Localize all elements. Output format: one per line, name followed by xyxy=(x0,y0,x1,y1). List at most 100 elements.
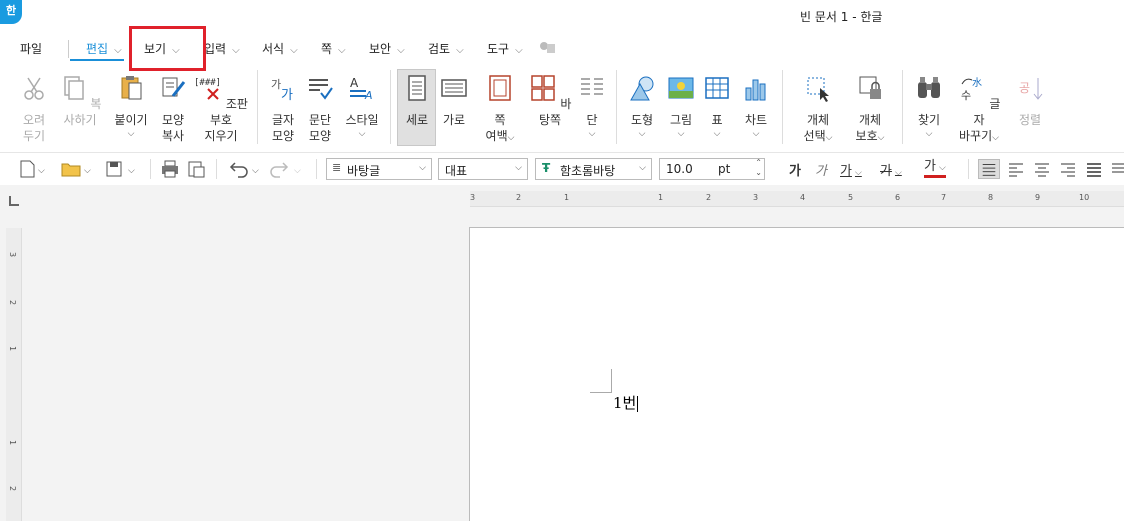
landscape-label: 가로 xyxy=(442,113,466,127)
svg-text:공: 공 xyxy=(1019,81,1030,95)
italic-button[interactable]: 가 xyxy=(815,160,827,179)
underline-button[interactable]: 가 ⌵ xyxy=(840,160,862,179)
chevron-down-icon: ⌵ xyxy=(752,129,760,139)
ruler-tick-label: 10 xyxy=(1079,193,1090,202)
picture-button[interactable]: 그림 ⌵ xyxy=(664,66,698,140)
shape-button[interactable]: 도형 ⌵ xyxy=(625,66,659,140)
chevron-down-icon: ⌵ xyxy=(992,133,999,143)
menu-file[interactable]: 파일 xyxy=(20,40,42,57)
svg-text:[###]: [###] xyxy=(194,78,221,88)
picture-icon xyxy=(668,77,694,99)
align-justify-icon[interactable] xyxy=(978,159,1000,179)
svg-text:⌵: ⌵ xyxy=(128,166,135,176)
bold-button[interactable]: 가 xyxy=(789,160,801,179)
menu-security[interactable]: 보안 ⌵ xyxy=(369,40,405,57)
align-more-icon[interactable] xyxy=(1109,159,1124,179)
new-document-icon[interactable]: ⌵ xyxy=(18,159,48,179)
ruler-tick-label: 3 xyxy=(8,251,18,258)
align-right-icon[interactable] xyxy=(1057,159,1079,179)
distribute-icon[interactable] xyxy=(1083,159,1105,179)
align-center-icon[interactable] xyxy=(1031,159,1053,179)
menu-insert-label: 입력 xyxy=(204,42,227,56)
paste-icon xyxy=(121,76,142,100)
print-icon[interactable] xyxy=(160,159,180,179)
language-select[interactable]: 대표 ⌵ xyxy=(438,158,528,180)
protect-object-button[interactable]: 개체 보호⌵ xyxy=(850,66,890,144)
ruler-tick-label: 1 xyxy=(8,345,18,352)
menu-edit[interactable]: 편집 ⌵ xyxy=(86,40,122,57)
font-color-button[interactable]: 가 ⌵ xyxy=(924,160,946,178)
find-label: 찾기 xyxy=(917,113,941,127)
lock-icon xyxy=(859,76,881,99)
clear-marks-icon: [###] xyxy=(194,78,221,100)
menu-review-label: 검토 xyxy=(428,42,451,56)
ruler-tick-label: 5 xyxy=(848,193,854,202)
select-object-icon xyxy=(807,77,829,102)
font-size-value: 10.0 xyxy=(666,162,693,176)
chevron-down-icon: ⌵ xyxy=(677,129,685,139)
chevron-down-icon: ⌵ xyxy=(127,129,135,139)
redo-icon[interactable]: ⌵ xyxy=(270,159,306,179)
style-select[interactable]: ≣ 바탕글 ⌵ xyxy=(326,158,432,180)
table-button[interactable]: 표 ⌵ xyxy=(702,66,732,140)
strikethrough-button[interactable]: 가 ⌵ xyxy=(880,160,902,179)
chevron-down-icon: ⌵ xyxy=(825,133,833,143)
select-object-button[interactable]: 개체선택⌵ xyxy=(798,66,838,144)
menu-insert[interactable]: 입력 ⌵ xyxy=(204,40,240,57)
sort-button[interactable]: 공 정렬 xyxy=(1013,66,1047,128)
chevron-down-icon: ⌵ xyxy=(358,129,366,139)
svg-text:水: 水 xyxy=(972,77,982,89)
chevron-down-icon: ⌵ xyxy=(877,133,885,143)
portrait-button[interactable]: 세로 xyxy=(398,66,436,128)
master-page-button[interactable]: 바탕쪽 xyxy=(528,66,572,128)
paste-button[interactable]: 붙이기 ⌵ xyxy=(112,66,150,140)
ruler-corner-icon[interactable] xyxy=(9,196,19,206)
page-margin-button[interactable]: 쪽 여백⌵ xyxy=(482,66,518,144)
sort-label: 정렬 xyxy=(1018,113,1042,127)
strikethrough-glyph: 가 xyxy=(880,164,892,179)
horizontal-ruler[interactable]: 3 2 1 1 2 3 4 5 6 7 8 9 10 xyxy=(470,191,1124,207)
replace-button[interactable]: 수水 글자 바꾸기⌵ xyxy=(957,66,1001,144)
page-margin-icon xyxy=(489,75,511,101)
select-object-label-1: 개체 xyxy=(806,113,830,127)
columns-label: 단 xyxy=(586,113,598,127)
vertical-ruler[interactable]: 3 2 1 1 2 xyxy=(6,228,22,521)
find-button[interactable]: 찾기 ⌵ xyxy=(912,66,946,140)
app-logo-icon[interactable]: 한 xyxy=(0,0,22,24)
char-shape-button[interactable]: 가가 글자 모양 xyxy=(266,66,300,144)
style-button[interactable]: AA 스타일 ⌵ xyxy=(342,66,382,140)
landscape-button[interactable]: 가로 xyxy=(437,66,471,128)
font-color-glyph: 가 xyxy=(924,159,936,174)
format-copy-button[interactable]: 모양 복사 xyxy=(156,66,190,144)
ribbon-divider xyxy=(616,70,617,144)
font-size-stepper[interactable]: ⌃ ⌄ xyxy=(755,158,762,178)
font-size-input[interactable]: 10.0 pt ⌃ ⌄ xyxy=(659,158,765,180)
align-left-icon[interactable] xyxy=(1005,159,1027,179)
document-page[interactable] xyxy=(469,227,1124,521)
svg-text:⌵: ⌵ xyxy=(294,166,301,176)
menu-format[interactable]: 서식 ⌵ xyxy=(262,40,298,57)
menu-page[interactable]: 쪽 ⌵ xyxy=(321,40,346,57)
font-select[interactable]: Ŧ 함초롬바탕 ⌵ xyxy=(535,158,652,180)
replace-label-2: 바꾸기 xyxy=(959,129,993,143)
clear-marks-button[interactable]: [###] 조판 부호 지우기 xyxy=(194,66,248,144)
menu-review[interactable]: 검토 ⌵ xyxy=(428,40,464,57)
copy-button[interactable]: 복사하기 xyxy=(56,66,104,128)
char-shape-label-1: 글자 xyxy=(271,113,295,127)
toolbar-divider xyxy=(150,159,151,179)
save-icon[interactable]: ⌵ xyxy=(104,159,138,179)
print-preview-icon[interactable] xyxy=(186,159,206,179)
para-shape-button[interactable]: 문단 모양 xyxy=(303,66,337,144)
select-object-label-2: 선택 xyxy=(803,129,826,143)
cut-button[interactable]: 오려 두기 xyxy=(14,66,54,144)
open-folder-icon[interactable]: ⌵ xyxy=(60,159,94,179)
clear-marks-label-2: 지우기 xyxy=(204,129,238,143)
chart-button[interactable]: 차트 ⌵ xyxy=(740,66,772,140)
columns-button[interactable]: 단 ⌵ xyxy=(577,66,607,140)
menu-tools[interactable]: 도구 ⌵ xyxy=(487,40,523,57)
para-shape-label-2: 모양 xyxy=(308,129,332,143)
undo-icon[interactable]: ⌵ xyxy=(228,159,264,179)
collab-icon[interactable] xyxy=(538,40,556,56)
document-text[interactable]: 1번 xyxy=(613,392,639,413)
cut-label-1: 오려 xyxy=(22,113,46,127)
